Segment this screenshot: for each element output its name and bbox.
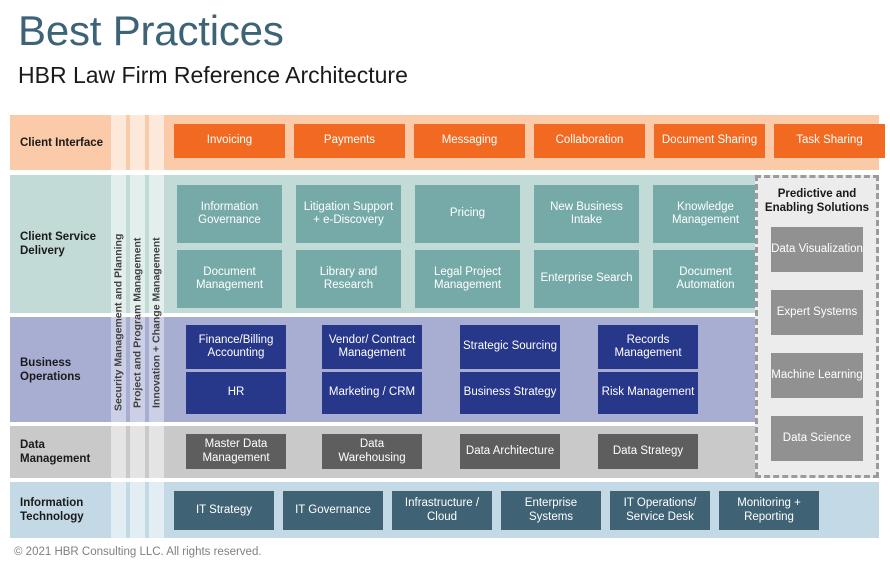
capability-box[interactable]: HR (186, 372, 286, 414)
vcol-security-management (111, 175, 126, 313)
capability-box[interactable]: Data Strategy (598, 434, 698, 469)
capability-box[interactable]: Payments (294, 124, 405, 158)
vcol-innovation-change-management (149, 482, 164, 538)
capability-box[interactable]: Document Sharing (654, 124, 765, 158)
predictive-box[interactable]: Data Science (771, 416, 863, 461)
row-client-service-delivery: Client Service Delivery Information Gove… (10, 175, 879, 313)
vertical-columns-client-service-delivery (110, 175, 165, 313)
row-label-information-technology: Information Technology (10, 482, 110, 538)
capability-box[interactable]: Knowledge Management (653, 185, 758, 243)
row-business-operations: Business Operations Finance/Billing Acco… (10, 317, 879, 422)
vcol-security-management (111, 426, 126, 478)
capability-box[interactable]: Library and Research (296, 250, 401, 308)
capability-box[interactable]: Risk Management (598, 372, 698, 414)
capability-box[interactable]: Data Architecture (460, 434, 560, 469)
vcol-project-program-management (130, 317, 145, 422)
vcol-innovation-change-management (149, 317, 164, 422)
client-service-capability-row-1: Information Governance Litigation Suppor… (177, 185, 758, 243)
vcol-security-management (111, 482, 126, 538)
capability-box[interactable]: Marketing / CRM (322, 372, 422, 414)
predictive-box[interactable]: Machine Learning (771, 353, 863, 398)
row-client-interface: Client Interface Invoicing Payments Mess… (10, 115, 885, 170)
predictive-enabling-solutions-panel: Predictive and Enabling Solutions Data V… (755, 175, 879, 478)
capability-box[interactable]: Information Governance (177, 185, 282, 243)
predictive-box[interactable]: Data Visualization (771, 227, 863, 272)
capability-box[interactable]: Business Strategy (460, 372, 560, 414)
capability-box[interactable]: Strategic Sourcing (460, 325, 560, 369)
vcol-innovation-change-management (149, 175, 164, 313)
business-ops-capability-row-2: HR Marketing / CRM Business Strategy Ris… (186, 372, 698, 414)
content-client-interface: Invoicing Payments Messaging Collaborati… (165, 115, 885, 170)
capability-box[interactable]: Document Automation (653, 250, 758, 308)
slide-page: Best Practices HBR Law Firm Reference Ar… (0, 0, 890, 569)
vcol-innovation-change-management (149, 115, 164, 170)
vertical-columns-information-technology (110, 482, 165, 538)
capability-box[interactable]: Data Warehousing (322, 434, 422, 469)
vcol-project-program-management (130, 115, 145, 170)
vcol-innovation-change-management (149, 426, 164, 478)
capability-box[interactable]: IT Governance (283, 491, 383, 530)
page-subtitle: HBR Law Firm Reference Architecture (18, 62, 408, 88)
capability-box[interactable]: IT Strategy (174, 491, 274, 530)
capability-box[interactable]: Pricing (415, 185, 520, 243)
predictive-panel-title: Predictive and Enabling Solutions (764, 188, 870, 214)
predictive-box[interactable]: Expert Systems (771, 290, 863, 335)
capability-box[interactable]: Invoicing (174, 124, 285, 158)
capability-box[interactable]: Enterprise Systems (501, 491, 601, 530)
vertical-columns-data-management (110, 426, 165, 478)
row-label-business-operations: Business Operations (10, 317, 110, 422)
vcol-project-program-management (130, 426, 145, 478)
capability-box[interactable]: Task Sharing (774, 124, 885, 158)
vcol-security-management (111, 115, 126, 170)
row-information-technology: Information Technology IT Strategy IT Go… (10, 482, 879, 538)
it-capability-row: IT Strategy IT Governance Infrastructure… (174, 491, 819, 530)
client-service-capability-row-2: Document Management Library and Research… (177, 250, 758, 308)
capability-box[interactable]: Records Management (598, 325, 698, 369)
capability-box[interactable]: Finance/Billing Accounting (186, 325, 286, 369)
capability-box[interactable]: Messaging (414, 124, 525, 158)
capability-box[interactable]: Legal Project Management (415, 250, 520, 308)
capability-box[interactable]: Collaboration (534, 124, 645, 158)
vertical-columns-client-interface (110, 115, 165, 170)
capability-box[interactable]: IT Operations/ Service Desk (610, 491, 710, 530)
row-label-data-management: Data Management (10, 426, 110, 478)
vertical-columns-business-operations (110, 317, 165, 422)
vcol-project-program-management (130, 482, 145, 538)
capability-box[interactable]: Vendor/ Contract Management (322, 325, 422, 369)
vcol-project-program-management (130, 175, 145, 313)
vcol-security-management (111, 317, 126, 422)
header: Best Practices HBR Law Firm Reference Ar… (18, 6, 878, 90)
page-title: Best Practices (18, 7, 284, 54)
business-ops-capability-row-1: Finance/Billing Accounting Vendor/ Contr… (186, 325, 698, 369)
capability-box[interactable]: Litigation Support + e-Discovery (296, 185, 401, 243)
client-interface-capability-row: Invoicing Payments Messaging Collaborati… (174, 124, 885, 158)
capability-box[interactable]: Enterprise Search (534, 250, 639, 308)
footer-copyright: © 2021 HBR Consulting LLC. All rights re… (14, 546, 262, 558)
capability-box[interactable]: Document Management (177, 250, 282, 308)
capability-box[interactable]: Monitoring + Reporting (719, 491, 819, 530)
capability-box[interactable]: New Business Intake (534, 185, 639, 243)
capability-box[interactable]: Master Data Management (186, 434, 286, 469)
capability-box[interactable]: Infrastructure / Cloud (392, 491, 492, 530)
row-label-client-service-delivery: Client Service Delivery (10, 175, 110, 313)
data-management-capability-row: Master Data Management Data Warehousing … (186, 434, 698, 469)
reference-architecture-diagram: Client Interface Invoicing Payments Mess… (10, 115, 885, 538)
row-label-client-interface: Client Interface (10, 115, 110, 170)
content-information-technology: IT Strategy IT Governance Infrastructure… (165, 482, 879, 538)
row-data-management: Data Management Master Data Management D… (10, 426, 879, 478)
